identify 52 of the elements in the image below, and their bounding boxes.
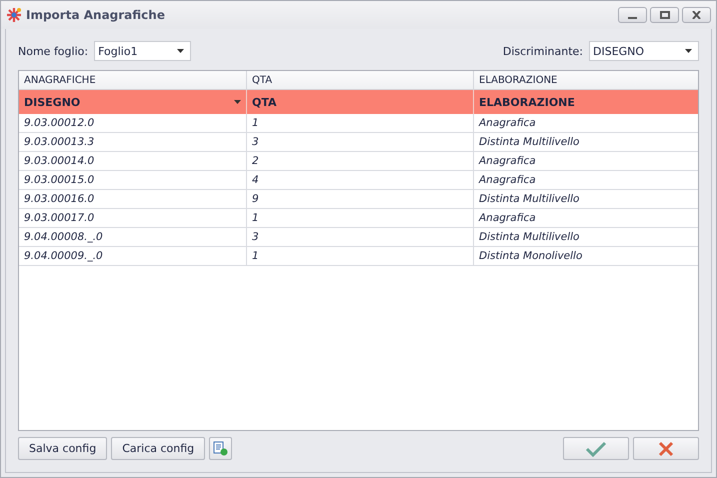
- app-logo-icon: [6, 7, 22, 23]
- dropdown-caret-icon: [234, 100, 241, 104]
- checkmark-icon: [585, 440, 607, 456]
- maximize-button[interactable]: [650, 7, 679, 23]
- table-cell: 3: [247, 133, 474, 152]
- table-cell: Anagrafica: [474, 209, 698, 228]
- dropdown-caret-icon: [177, 49, 184, 53]
- maximize-icon: [660, 11, 670, 19]
- table-cell: Anagrafica: [474, 152, 698, 171]
- cancel-button[interactable]: [633, 437, 699, 460]
- column-header[interactable]: QTA: [247, 71, 474, 90]
- column-header[interactable]: ELABORAZIONE: [474, 71, 698, 90]
- cross-icon: [658, 440, 674, 456]
- window-title: Importa Anagrafiche: [26, 8, 165, 22]
- table-cell: Distinta Multilivello: [474, 190, 698, 209]
- discriminant-dropdown[interactable]: DISEGNO: [589, 41, 699, 61]
- table-cell: 1: [247, 247, 474, 266]
- minimize-button[interactable]: [618, 7, 647, 23]
- table-cell: 9.03.00017.0: [19, 209, 247, 228]
- mapping-cell[interactable]: QTA: [247, 90, 474, 114]
- refresh-button[interactable]: [209, 437, 232, 460]
- discriminant-label: Discriminante:: [502, 44, 583, 58]
- table-cell: Distinta Monolivello: [474, 247, 698, 266]
- sheet-label: Nome foglio:: [18, 44, 88, 58]
- column-header[interactable]: ANAGRAFICHE: [19, 71, 247, 90]
- table-cell: 9.04.00009._.0: [19, 247, 247, 266]
- table-cell: 9.03.00013.3: [19, 133, 247, 152]
- table-cell: 2: [247, 152, 474, 171]
- table-cell: 9.03.00014.0: [19, 152, 247, 171]
- table-cell: 9.03.00015.0: [19, 171, 247, 190]
- confirm-button[interactable]: [563, 437, 629, 460]
- table-cell: 3: [247, 228, 474, 247]
- mapping-cell[interactable]: DISEGNO: [19, 90, 247, 114]
- table-cell: 9.03.00012.0: [19, 114, 247, 133]
- table-cell: 4: [247, 171, 474, 190]
- close-icon: [692, 11, 701, 19]
- table-cell: 9: [247, 190, 474, 209]
- load-config-button[interactable]: Carica config: [111, 437, 206, 460]
- sheet-dropdown[interactable]: Foglio1: [94, 41, 192, 61]
- table-cell: 9.03.00016.0: [19, 190, 247, 209]
- table-cell: Anagrafica: [474, 114, 698, 133]
- save-config-button[interactable]: Salva config: [18, 437, 108, 460]
- close-button[interactable]: [682, 7, 711, 23]
- document-refresh-icon: [213, 441, 228, 456]
- table-cell: Distinta Multilivello: [474, 228, 698, 247]
- table-cell: 9.04.00008._.0: [19, 228, 247, 247]
- mapping-cell[interactable]: ELABORAZIONE: [474, 90, 698, 114]
- table-cell: Anagrafica: [474, 171, 698, 190]
- dropdown-caret-icon: [685, 49, 692, 53]
- table-cell: 1: [247, 114, 474, 133]
- table-cell: 1: [247, 209, 474, 228]
- table-cell: Distinta Multilivello: [474, 133, 698, 152]
